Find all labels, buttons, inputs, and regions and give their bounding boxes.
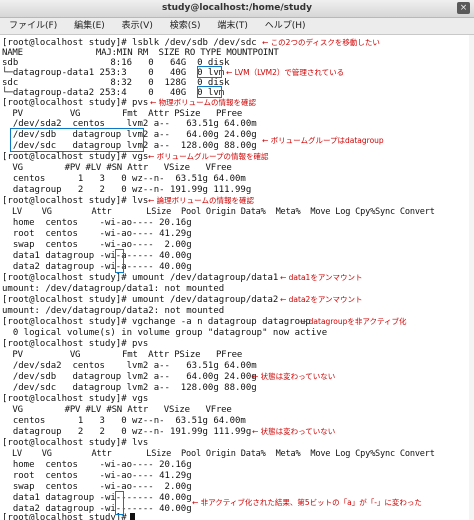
menu-bar: ファイル(F) 編集(E) 表示(V) 検索(S) 端末(T) ヘルプ(H) <box>0 18 474 35</box>
annotation-check-pv: ← 物理ボリュームの情報を確認 <box>150 98 256 107</box>
annotation-lvm2: ← LVM（LVM2）で管理されている <box>226 68 345 77</box>
title-bar: study@localhost:/home/study × <box>0 0 474 18</box>
annotation-deactivate: ← datagroupを非アクティブ化 <box>300 317 407 326</box>
annotation-move-disks: ← この2つのディスクを移動したい <box>262 38 380 47</box>
scrollbar[interactable] <box>469 35 474 520</box>
menu-search[interactable]: 検索(S) <box>170 21 201 31</box>
highlight-box-datagroup <box>10 128 144 152</box>
highlight-box-lvm1 <box>197 66 222 78</box>
annotation-unchanged-vgs: ← 状態は変わっていない <box>252 427 336 436</box>
annotation-umount-data2: ← data2をアンマウント <box>280 295 363 304</box>
annotation-vg-datagroup: ← ボリュームグループはdatagroup <box>262 136 384 145</box>
menu-view[interactable]: 表示(V) <box>122 21 153 31</box>
annotation-check-lv: ← 論理ボリュームの情報を確認 <box>148 196 254 205</box>
menu-help[interactable]: ヘルプ(H) <box>265 21 306 31</box>
annotation-attr-changed: ← 非アクティブ化された結果、第5ビットの「a」が「-」に変わった <box>192 498 422 507</box>
terminal-window: study@localhost:/home/study × ファイル(F) 編集… <box>0 0 474 520</box>
window-title: study@localhost:/home/study <box>161 3 312 13</box>
menu-terminal[interactable]: 端末(T) <box>217 21 248 31</box>
close-icon[interactable]: × <box>457 2 470 14</box>
annotation-umount-data1: ← data1をアンマウント <box>280 273 363 282</box>
highlight-box-attr-dash <box>115 491 124 515</box>
text-cursor <box>130 513 135 520</box>
highlight-box-attr-a <box>115 249 124 273</box>
prompt-line: [root@localhost study]# <box>2 513 133 520</box>
terminal-area[interactable]: [root@localhost study]# lsblk /dev/sdb /… <box>0 35 474 520</box>
annotation-check-vg: ← ボリュームグループの情報を確認 <box>148 152 269 161</box>
menu-file[interactable]: ファイル(F) <box>9 21 57 31</box>
annotation-unchanged-pvs: ← 状態は変わっていない <box>252 372 336 381</box>
menu-edit[interactable]: 編集(E) <box>74 21 105 31</box>
